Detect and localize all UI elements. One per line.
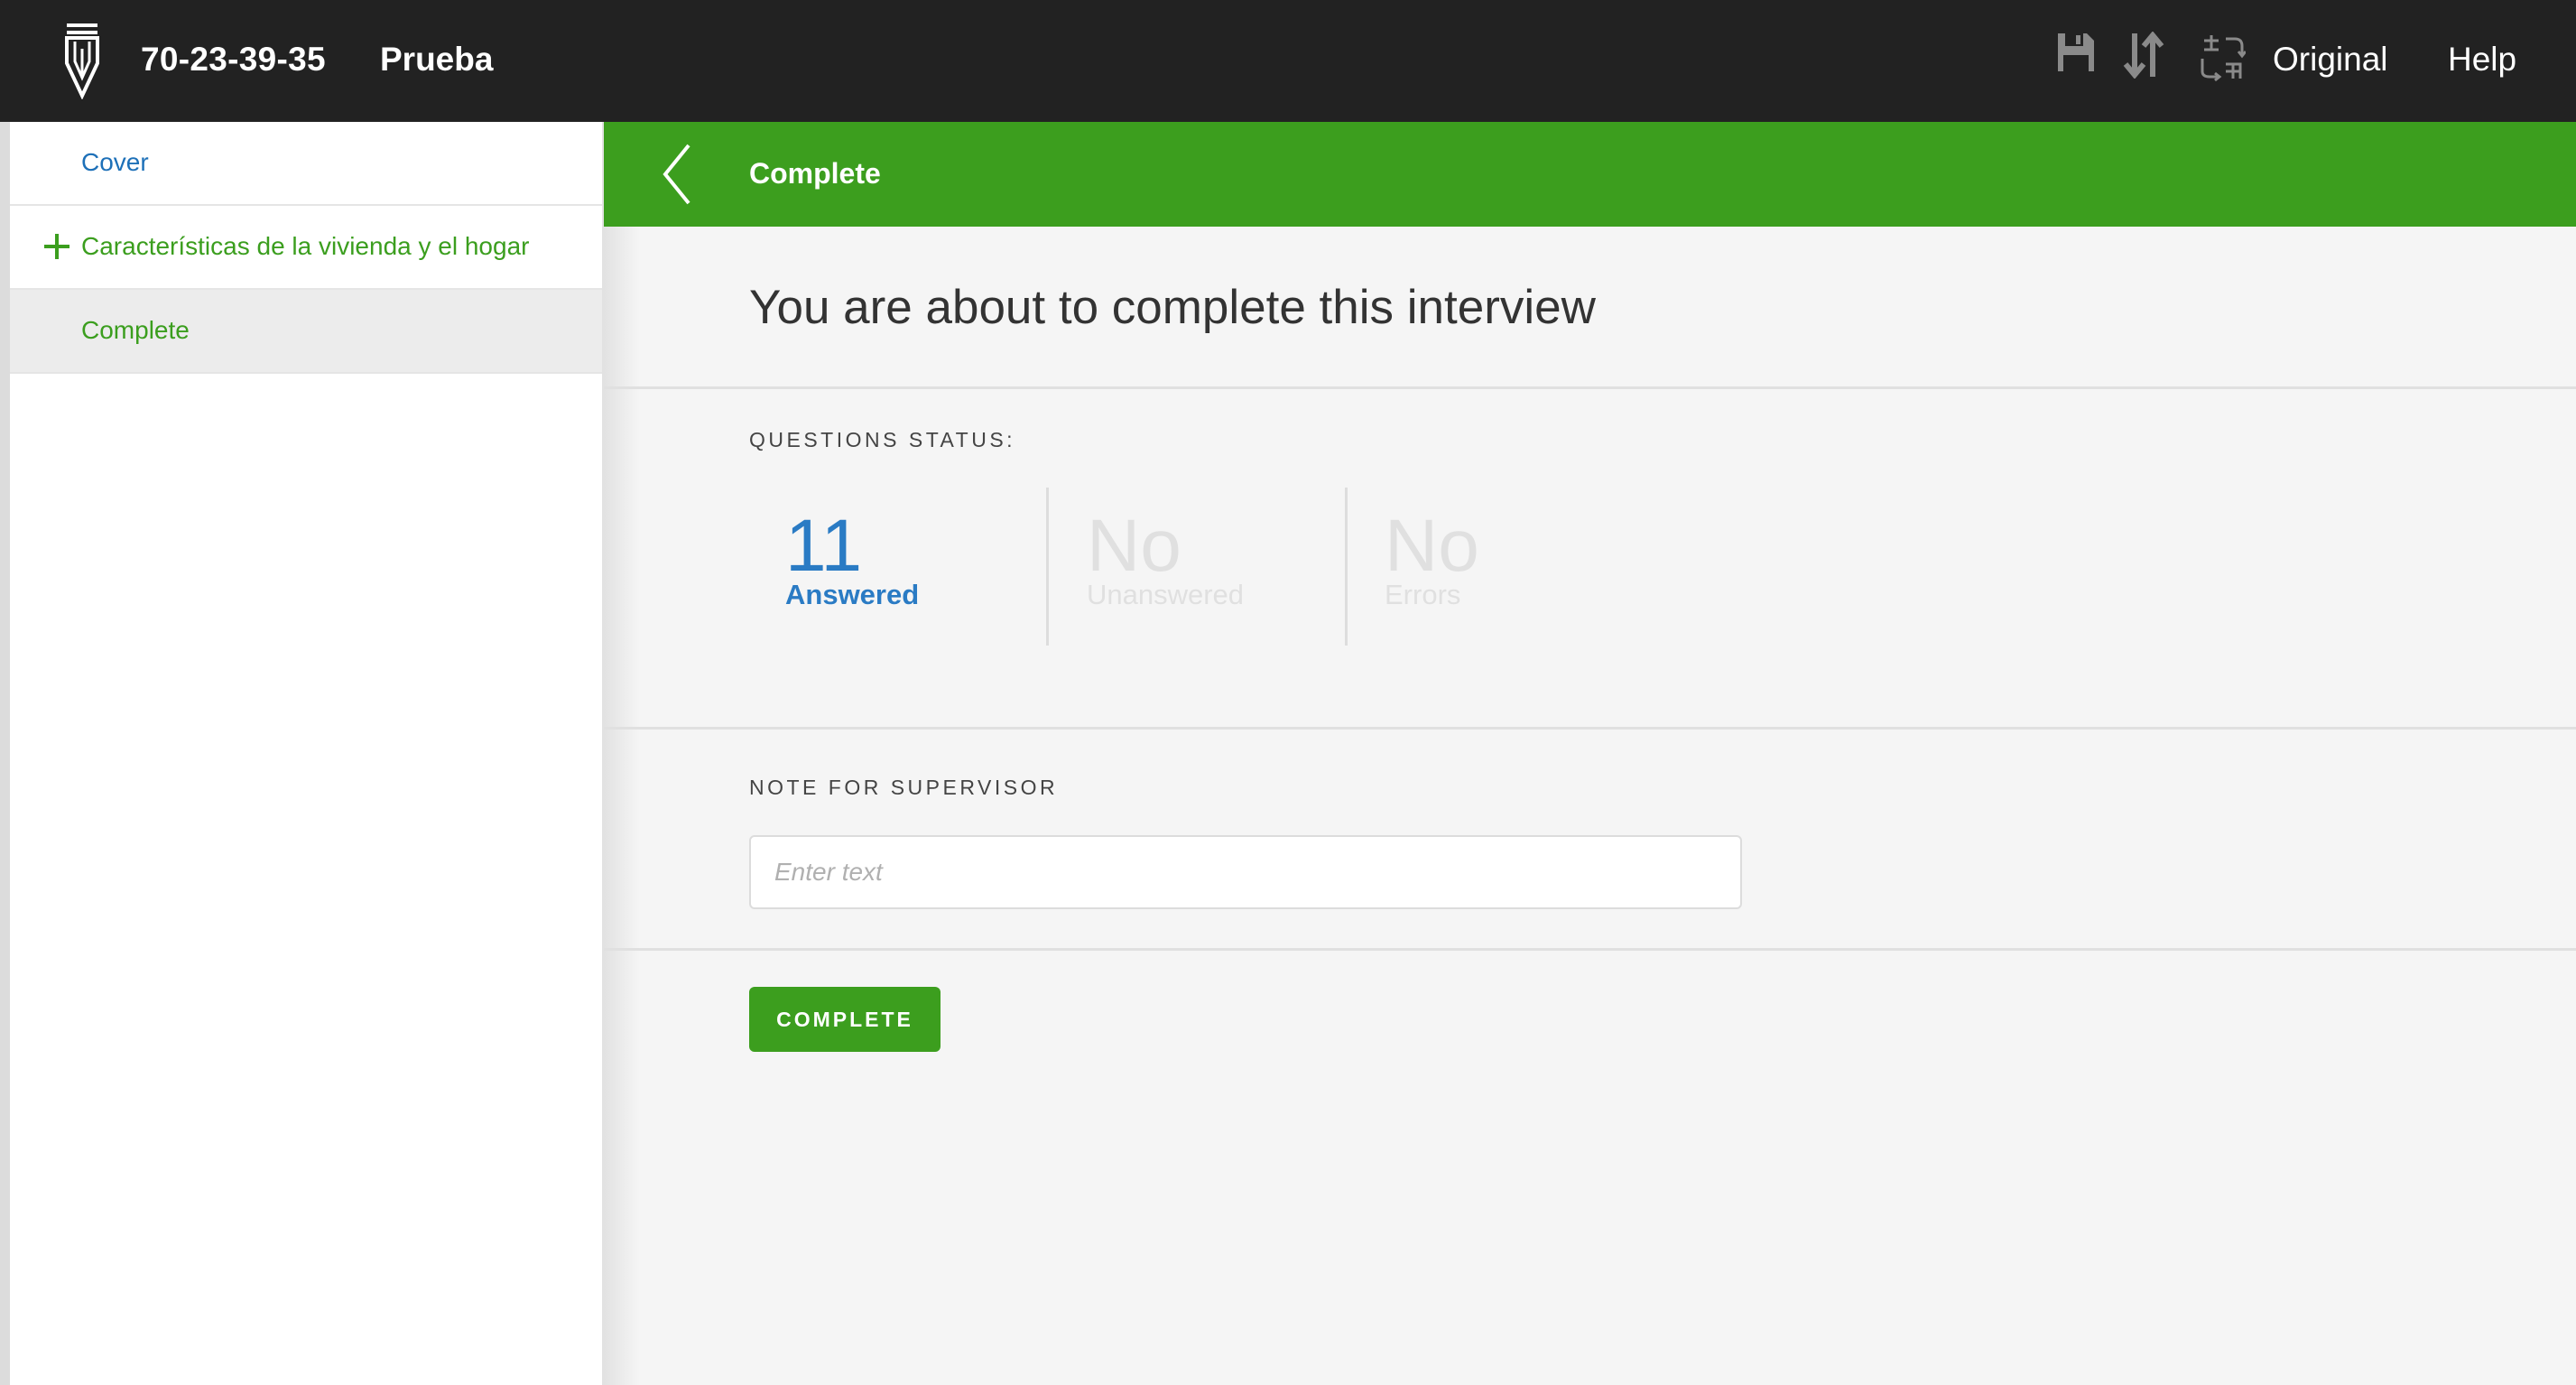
divider bbox=[1046, 488, 1049, 646]
sidebar-item-cover[interactable]: Cover bbox=[10, 122, 602, 206]
sort-icon[interactable] bbox=[2123, 32, 2170, 82]
divider bbox=[604, 386, 2576, 389]
translate-icon[interactable] bbox=[2199, 32, 2246, 82]
sidebar-item-section[interactable]: Características de la vivienda y el hoga… bbox=[10, 206, 602, 290]
section-title: Complete bbox=[749, 157, 881, 190]
chevron-left-icon[interactable] bbox=[658, 142, 698, 207]
unanswered-count: No Unanswered bbox=[1087, 506, 1244, 612]
sidebar: Cover Características de la vivienda y e… bbox=[10, 122, 604, 1385]
errors-count: No Errors bbox=[1385, 506, 1479, 612]
content-shadow bbox=[604, 122, 640, 1385]
errors-value: No bbox=[1385, 505, 1479, 587]
pen-shield-icon[interactable] bbox=[61, 22, 103, 100]
divider bbox=[1345, 488, 1348, 646]
unanswered-value: No bbox=[1087, 505, 1181, 587]
note-for-supervisor-label: NOTE FOR SUPERVISOR bbox=[749, 776, 1059, 799]
answered-count[interactable]: 11 Answered bbox=[785, 506, 919, 612]
divider bbox=[604, 727, 2576, 730]
sidebar-edge bbox=[0, 122, 10, 1385]
page-title: You are about to complete this interview bbox=[749, 281, 1596, 334]
language-selector[interactable]: Original bbox=[2273, 39, 2388, 79]
sidebar-item-label: Cover bbox=[81, 148, 149, 176]
answered-value: 11 bbox=[785, 505, 863, 587]
divider bbox=[604, 948, 2576, 951]
questionnaire-title: Prueba bbox=[380, 41, 494, 78]
plus-icon[interactable] bbox=[42, 231, 72, 262]
save-icon[interactable] bbox=[2056, 32, 2103, 82]
answered-caption: Answered bbox=[785, 579, 920, 610]
interview-id: 70-23-39-35 bbox=[141, 41, 326, 78]
unanswered-caption: Unanswered bbox=[1087, 579, 1245, 610]
supervisor-note-input[interactable] bbox=[749, 835, 1742, 909]
questions-status-label: QUESTIONS STATUS: bbox=[749, 428, 1016, 451]
sidebar-item-label: Características de la vivienda y el hoga… bbox=[81, 232, 530, 260]
complete-button[interactable]: COMPLETE bbox=[749, 987, 941, 1052]
help-link[interactable]: Help bbox=[2448, 39, 2516, 79]
top-bar: 70-23-39-35 Prueba Original Help bbox=[0, 0, 2576, 122]
sidebar-item-complete[interactable]: Complete bbox=[10, 290, 602, 374]
section-header: Complete bbox=[604, 122, 2576, 227]
sidebar-item-label: Complete bbox=[81, 316, 190, 344]
